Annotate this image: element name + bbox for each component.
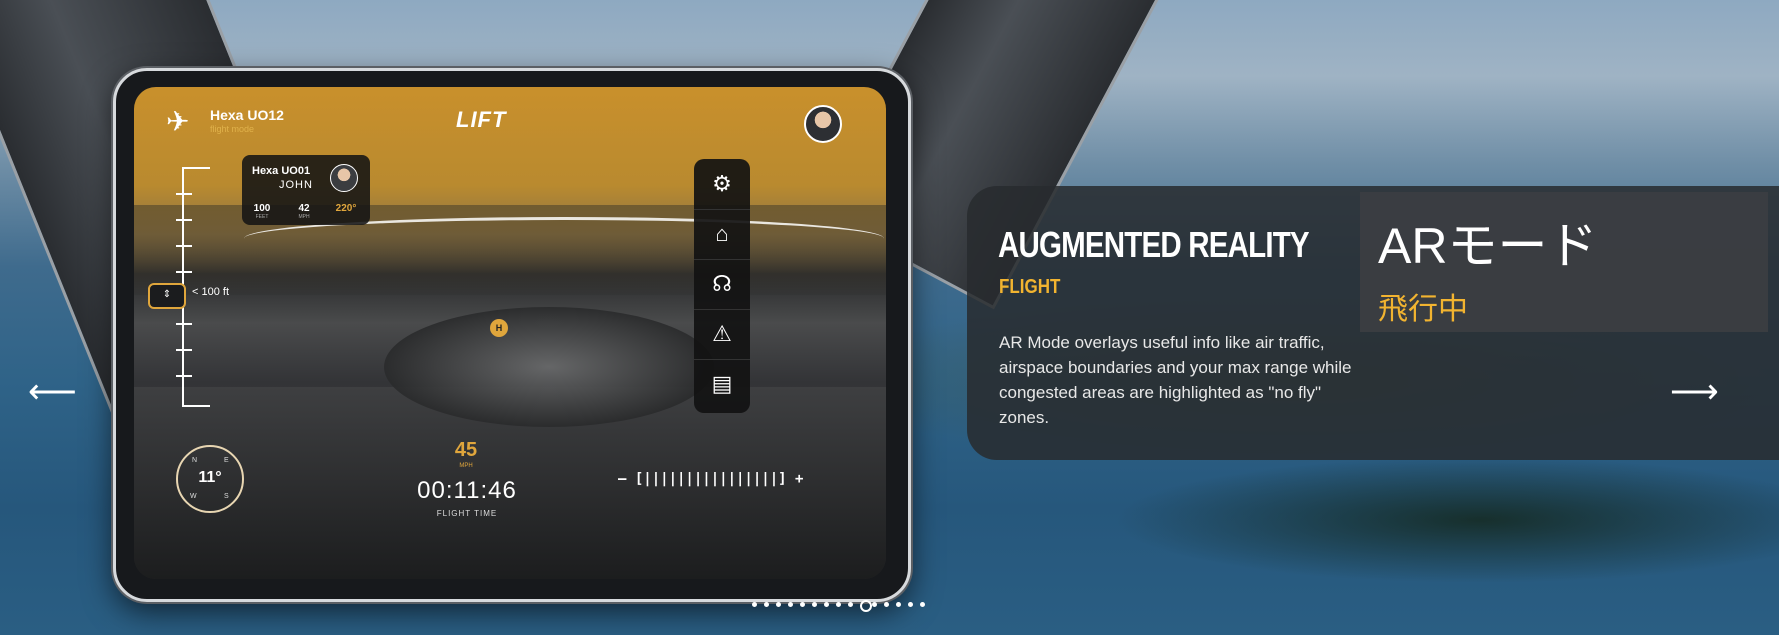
speed-unit: MPH (459, 463, 473, 469)
carousel-dot[interactable] (848, 602, 853, 607)
altitude-label: < 100 ft (192, 286, 230, 298)
heliport-marker: H (490, 319, 508, 337)
carousel-dot[interactable] (824, 602, 829, 607)
carousel-dot[interactable] (860, 600, 872, 612)
carousel-dot[interactable] (872, 602, 877, 607)
settings-icon[interactable]: ⚙ (694, 159, 750, 210)
carousel-slide: ✈ Hexa UO12 flight mode LIFT Hexa UO01 J… (0, 0, 1779, 635)
traffic-pilot-avatar (330, 164, 358, 192)
compass-heading: 11° (198, 469, 222, 486)
map-icon[interactable]: ▤ (694, 359, 750, 409)
feature-subtitle: FLIGHT (999, 276, 1061, 298)
drone-icon: ✈ (166, 106, 190, 137)
traffic-info-card[interactable]: Hexa UO01 JOHN 100 FEET 42 MPH 220° (242, 155, 370, 225)
flight-time: 00:11:46 (417, 477, 517, 504)
compass: 11° N E S W (176, 445, 244, 513)
lift-logo: LIFT (456, 107, 507, 132)
zoom-slider[interactable]: – [||||||||||||||||] + (618, 471, 803, 487)
carousel-dot[interactable] (788, 602, 793, 607)
traffic-heading: 220° (335, 203, 357, 214)
next-slide-arrow-icon[interactable]: ⟶ (1670, 372, 1719, 412)
flight-toolbar: ⚙ ⌂ ☊ ⚠ ▤ (694, 159, 750, 413)
coastline-terrain (384, 307, 714, 427)
flight-tablet: ✈ Hexa UO12 flight mode LIFT Hexa UO01 J… (113, 68, 911, 602)
translation-overlay: ARモード 飛行中 (1360, 192, 1768, 332)
altitude-marker[interactable]: ⇕ (148, 283, 186, 309)
flight-time-label: FLIGHT TIME (436, 509, 498, 518)
carousel-dot[interactable] (836, 602, 841, 607)
prev-slide-arrow-icon[interactable]: ⟵ (28, 372, 77, 412)
translation-subtitle: 飛行中 (1378, 293, 1468, 326)
carousel-dot[interactable] (800, 602, 805, 607)
carousel-dot[interactable] (752, 602, 757, 607)
pilot-avatar[interactable] (804, 105, 842, 143)
aircraft-mode: flight mode (210, 124, 255, 134)
traffic-pilot-name: JOHN (279, 179, 313, 191)
carousel-dot[interactable] (920, 602, 925, 607)
feature-title: AUGMENTED REALITY (998, 224, 1310, 265)
traffic-aircraft-name: Hexa UO01 (252, 165, 311, 177)
feature-description: AR Mode overlays useful info like air tr… (999, 333, 1352, 427)
carousel-dot[interactable] (812, 602, 817, 607)
home-icon[interactable]: ⌂ (694, 209, 750, 260)
aircraft-name: Hexa UO12 (210, 107, 284, 123)
warning-icon[interactable]: ⚠ (694, 309, 750, 360)
carousel-dot[interactable] (896, 602, 901, 607)
speed-value: 45 (454, 439, 478, 461)
carousel-dot[interactable] (776, 602, 781, 607)
traffic-altitude: 100 FEET (253, 203, 271, 220)
ar-flight-screen: ✈ Hexa UO12 flight mode LIFT Hexa UO01 J… (134, 87, 886, 579)
translation-title: ARモード (1378, 218, 1598, 274)
carousel-dot[interactable] (764, 602, 769, 607)
carousel-dot[interactable] (884, 602, 889, 607)
support-headset-icon[interactable]: ☊ (694, 259, 750, 310)
carousel-dot[interactable] (908, 602, 913, 607)
traffic-speed: 42 MPH (298, 203, 310, 220)
